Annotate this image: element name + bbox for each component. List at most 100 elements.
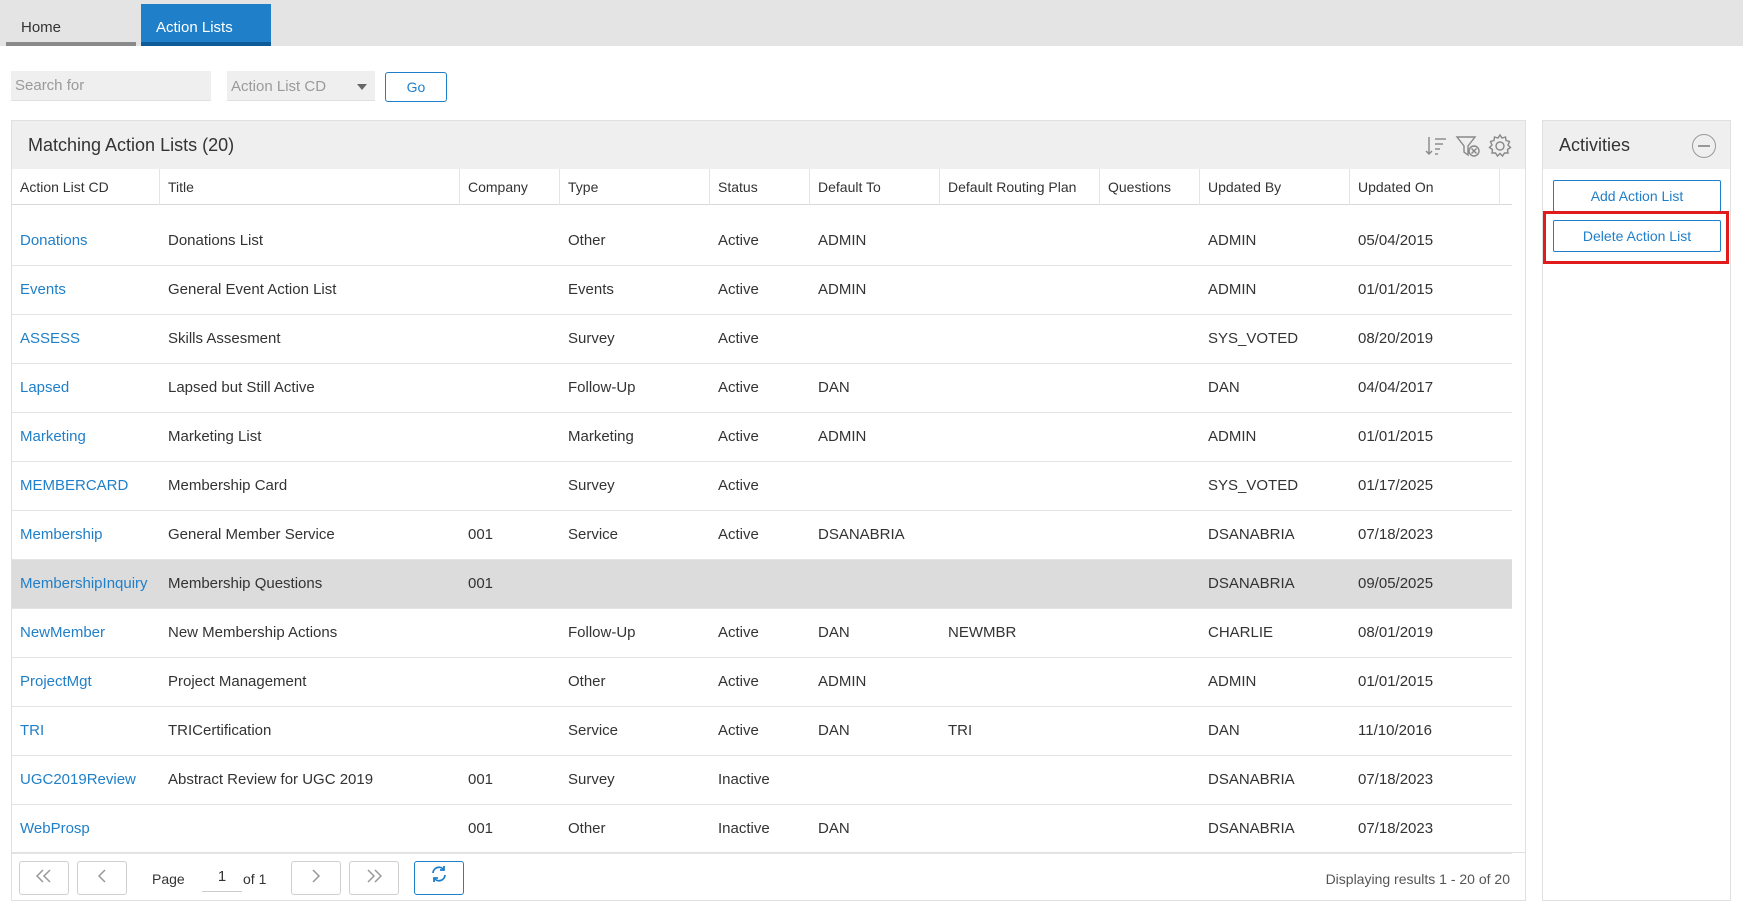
first-page-button[interactable] — [19, 861, 69, 895]
column-header-updated-on[interactable]: Updated On — [1350, 169, 1500, 205]
column-header-default-routing-plan[interactable]: Default Routing Plan — [940, 169, 1100, 205]
tab-home[interactable]: Home — [6, 4, 136, 46]
panel-header: Matching Action Lists (20) — [12, 121, 1525, 169]
cell-status: Active — [718, 428, 759, 445]
add-action-list-button[interactable]: Add Action List — [1553, 180, 1721, 212]
collapse-icon[interactable] — [1692, 134, 1716, 158]
column-header-type[interactable]: Type — [560, 169, 710, 205]
table-row[interactable]: Marketing Marketing List Marketing Active AD… — [12, 413, 1512, 462]
search-input[interactable] — [11, 71, 211, 101]
cell-type: Marketing — [568, 428, 634, 445]
cell-updated-by: DSANABRIA — [1208, 575, 1295, 592]
cell-updated-by: DSANABRIA — [1208, 526, 1295, 543]
table-row[interactable]: Donations Donations List Other Active ADMIN A… — [12, 217, 1512, 266]
delete-action-list-button[interactable]: Delete Action List — [1553, 220, 1721, 252]
cell-updated-by: SYS_VOTED — [1208, 330, 1299, 347]
table-row[interactable]: Membership General Member Service 001 Servi… — [12, 511, 1512, 560]
cell-action-list-cd[interactable]: Donations — [20, 232, 88, 249]
cell-status: Active — [718, 330, 759, 347]
column-header-status[interactable]: Status — [710, 169, 810, 205]
cell-type: Survey — [568, 771, 615, 788]
column-header-updated-by[interactable]: Updated By — [1200, 169, 1350, 205]
cell-default-to: ADMIN — [818, 281, 867, 298]
cell-status: Active — [718, 526, 759, 543]
next-page-button[interactable] — [291, 861, 341, 895]
cell-default-to: DAN — [818, 379, 850, 396]
tab-action-lists[interactable]: Action Lists — [141, 4, 271, 46]
cell-updated-by: ADMIN — [1208, 281, 1257, 298]
cell-updated-by: CHARLIE — [1208, 624, 1274, 641]
table-row[interactable]: ProjectMgt Project Management Other Active A… — [12, 658, 1512, 707]
activities-panel: Activities Add Action List Delete Action… — [1542, 120, 1731, 901]
cell-status: Inactive — [718, 820, 770, 837]
column-header-company[interactable]: Company — [460, 169, 560, 205]
panel-header-tools — [1423, 133, 1513, 159]
table-row[interactable]: NewMember New Membership Actions Follow-Up… — [12, 609, 1512, 658]
cell-status: Active — [718, 722, 759, 739]
table-row[interactable]: Events General Event Action List Events Act… — [12, 266, 1512, 315]
cell-action-list-cd[interactable]: ProjectMgt — [20, 673, 92, 690]
cell-action-list-cd[interactable]: MembershipInquiry — [20, 575, 148, 592]
table-row[interactable]: Lapsed Lapsed but Still Active Follow-Up Ac… — [12, 364, 1512, 413]
cell-updated-on: 01/01/2015 — [1358, 428, 1434, 445]
column-header-action-list-cd[interactable]: Action List CD — [12, 169, 160, 205]
search-field-select-value: Action List CD — [231, 78, 327, 95]
cell-title: Project Management — [168, 673, 307, 690]
cell-status: Active — [718, 624, 759, 641]
table-row[interactable]: UGC2019Review Abstract Review for UGC 201… — [12, 756, 1512, 805]
cell-action-list-cd[interactable]: MEMBERCARD — [20, 477, 128, 494]
search-field-select[interactable]: Action List CD — [227, 71, 375, 101]
cell-action-list-cd[interactable]: NewMember — [20, 624, 105, 641]
cell-action-list-cd[interactable]: WebProsp — [20, 820, 90, 837]
cell-action-list-cd[interactable]: Lapsed — [20, 379, 69, 396]
refresh-button[interactable] — [414, 861, 464, 895]
table-row[interactable]: WebProsp 001 Other Inactive DAN DSANABRIA 07/1… — [12, 805, 1512, 854]
cell-updated-on: 07/18/2023 — [1358, 526, 1434, 543]
cell-updated-on: 08/01/2019 — [1358, 624, 1434, 641]
chevron-down-icon — [357, 84, 367, 90]
page-number-input[interactable] — [202, 862, 242, 892]
cell-company: 001 — [468, 820, 494, 837]
column-header-title[interactable]: Title — [160, 169, 460, 205]
cell-updated-on: 04/04/2017 — [1358, 379, 1434, 396]
cell-action-list-cd[interactable]: TRI — [20, 722, 44, 739]
table-row[interactable]: ASSESS Skills Assesment Survey Active SYS_VO… — [12, 315, 1512, 364]
cell-updated-by: DAN — [1208, 722, 1240, 739]
table-row[interactable]: MembershipInquiry Membership Questions 001… — [12, 560, 1512, 609]
cell-title: General Member Service — [168, 526, 335, 543]
previous-page-button[interactable] — [77, 861, 127, 895]
last-page-button[interactable] — [349, 861, 399, 895]
cell-action-list-cd[interactable]: UGC2019Review — [20, 771, 136, 788]
cell-updated-by: DSANABRIA — [1208, 820, 1295, 837]
cell-title: Marketing List — [168, 428, 262, 445]
activities-header: Activities — [1543, 121, 1730, 169]
cell-updated-on: 08/20/2019 — [1358, 330, 1434, 347]
cell-action-list-cd[interactable]: ASSESS — [20, 330, 80, 347]
cell-action-list-cd[interactable]: Membership — [20, 526, 103, 543]
cell-action-list-cd[interactable]: Events — [20, 281, 66, 298]
cell-type: Survey — [568, 330, 615, 347]
column-header-default-to[interactable]: Default To — [810, 169, 940, 205]
go-button[interactable]: Go — [385, 72, 447, 102]
cell-type: Other — [568, 673, 606, 690]
cell-title: New Membership Actions — [168, 624, 338, 641]
gear-icon[interactable] — [1487, 133, 1513, 159]
cell-default-routing-plan: TRI — [948, 722, 973, 739]
cell-type: Other — [568, 820, 606, 837]
cell-title: Abstract Review for UGC 2019 — [168, 771, 374, 788]
cell-title: TRICertification — [168, 722, 272, 739]
cell-action-list-cd[interactable]: Marketing — [20, 428, 86, 445]
clear-filter-icon[interactable] — [1455, 133, 1481, 159]
sort-icon[interactable] — [1423, 133, 1449, 159]
table-row[interactable]: TRI TRICertification Service Active DAN TRI DA… — [12, 707, 1512, 756]
table-row[interactable]: MEMBERCARD Membership Card Survey Active SYS… — [12, 462, 1512, 511]
cell-type: Follow-Up — [568, 379, 636, 396]
column-header-questions[interactable]: Questions — [1100, 169, 1200, 205]
cell-updated-on: 11/10/2016 — [1358, 722, 1432, 739]
cell-default-to: DSANABRIA — [818, 526, 905, 543]
results-status: Displaying results 1 - 20 of 20 — [1325, 871, 1510, 887]
cell-updated-by: SYS_VOTED — [1208, 477, 1299, 494]
activities-title: Activities — [1559, 135, 1631, 155]
page-label: Page — [152, 871, 185, 887]
cell-updated-on: 01/17/2025 — [1358, 477, 1434, 494]
